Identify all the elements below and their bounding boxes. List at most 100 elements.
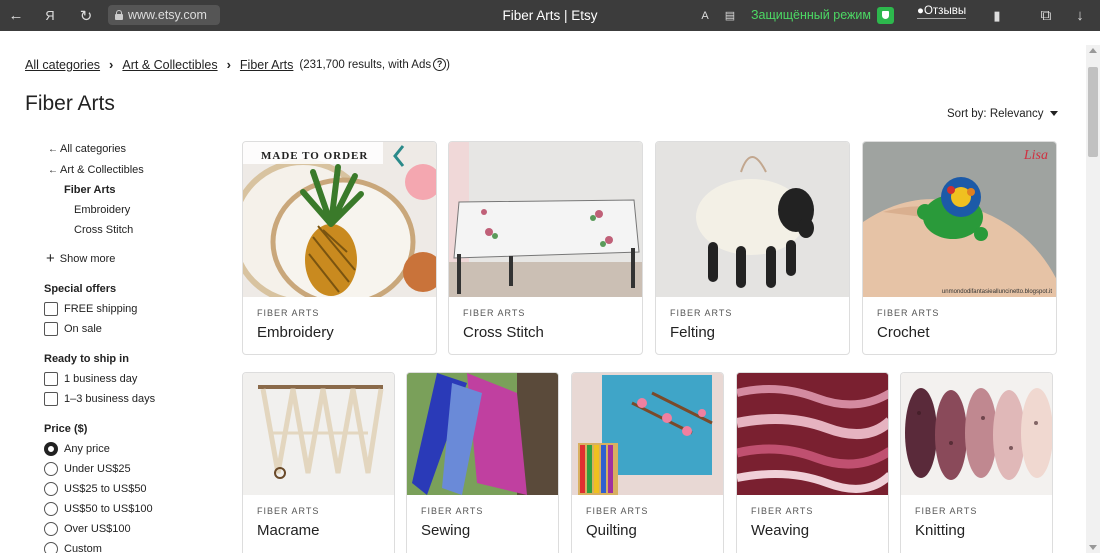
protected-mode-label[interactable]: Защищённый режим — [751, 8, 871, 22]
checkbox-label: 1 business day — [64, 373, 138, 385]
chevron-right-icon: › — [226, 57, 231, 72]
category-card-cross-stitch[interactable]: FIBER ARTS Cross Stitch — [448, 141, 643, 355]
radio-button[interactable] — [44, 462, 58, 476]
cross-stitch-image — [449, 142, 642, 297]
translate-icon[interactable]: A — [693, 0, 717, 31]
checkbox-label: 1–3 business days — [64, 393, 156, 405]
breadcrumb-art-collectibles[interactable]: Art & Collectibles — [122, 58, 217, 72]
checkbox-free-shipping[interactable]: FREE shipping — [44, 302, 137, 316]
show-more-button[interactable]: + Show more — [46, 250, 115, 267]
radio-label: Over US$100 — [64, 523, 131, 535]
checkbox-on-sale[interactable]: On sale — [44, 322, 102, 336]
checkbox-1-business-day[interactable]: 1 business day — [44, 372, 137, 386]
radio-over-100[interactable]: Over US$100 — [44, 522, 131, 536]
felting-image — [656, 142, 849, 297]
download-icon[interactable]: ↓ — [1068, 0, 1092, 31]
speech-bubble-icon: ● — [917, 5, 924, 17]
knitting-picture — [905, 388, 1052, 480]
special-offers-heading: Special offers — [44, 283, 117, 295]
radio-button[interactable] — [44, 502, 58, 516]
radio-label: Custom — [64, 543, 102, 553]
back-icon[interactable]: ← — [4, 0, 28, 31]
category-card-knitting[interactable]: FIBER ARTS Knitting — [900, 372, 1053, 553]
checkbox-1-3-business-days[interactable]: 1–3 business days — [44, 392, 155, 406]
breadcrumb-all-categories[interactable]: All categories — [25, 58, 100, 72]
category-card-crochet[interactable]: Lisa unmondodifantasiealluncinetto.blogs… — [862, 141, 1057, 355]
radio-button[interactable] — [44, 482, 58, 496]
category-card-sewing[interactable]: FIBER ARTS Sewing — [406, 372, 559, 553]
card-title: Quilting — [586, 522, 637, 539]
felting-picture — [696, 156, 814, 288]
chevron-right-icon: › — [109, 57, 114, 72]
reload-icon[interactable]: ↻ — [74, 0, 98, 31]
scroll-up-arrow-icon[interactable] — [1089, 48, 1097, 53]
sewing-picture — [407, 373, 558, 495]
yandex-icon[interactable]: Я — [38, 0, 62, 31]
card-category: FIBER ARTS — [257, 308, 320, 318]
knitting-image — [901, 373, 1052, 495]
card-category: FIBER ARTS — [877, 308, 940, 318]
checkbox[interactable] — [44, 302, 58, 316]
macrame-image — [243, 373, 394, 495]
page-title: Fiber Arts — [25, 92, 115, 115]
radio-custom[interactable]: Custom — [44, 542, 102, 553]
made-to-order-overlay: MADE TO ORDER — [261, 150, 369, 162]
card-title: Felting — [670, 324, 716, 341]
scroll-thumb[interactable] — [1088, 67, 1098, 157]
breadcrumb: All categories › Art & Collectibles › Fi… — [25, 57, 450, 72]
category-card-macrame[interactable]: FIBER ARTS Macrame — [242, 372, 395, 553]
help-icon[interactable]: ? — [433, 58, 447, 71]
cross-stitch-picture — [449, 142, 642, 297]
card-title: Embroidery — [257, 324, 334, 341]
sewing-image — [407, 373, 558, 495]
checkbox-label: FREE shipping — [64, 303, 138, 315]
scroll-down-arrow-icon[interactable] — [1089, 545, 1097, 550]
card-category: FIBER ARTS — [670, 308, 733, 318]
radio-label: Under US$25 — [64, 463, 131, 475]
checkbox[interactable] — [44, 322, 58, 336]
category-card-weaving[interactable]: FIBER ARTS Weaving — [736, 372, 889, 553]
card-title: Weaving — [751, 522, 810, 539]
nav-all-categories[interactable]: ← All categories — [48, 143, 126, 155]
card-title: Knitting — [915, 522, 966, 539]
category-card-quilting[interactable]: FIBER ARTS Quilting — [571, 372, 724, 553]
radio-25-to-50[interactable]: US$25 to US$50 — [44, 482, 147, 496]
radio-label: US$25 to US$50 — [64, 483, 147, 495]
url-text: www.etsy.com — [128, 8, 207, 22]
nav-cross-stitch[interactable]: Cross Stitch — [74, 224, 133, 236]
nav-label: Art & Collectibles — [60, 164, 144, 176]
shield-icon[interactable] — [877, 7, 894, 24]
card-title: Sewing — [421, 522, 471, 539]
card-category: FIBER ARTS — [915, 506, 978, 516]
page-scrollbar[interactable] — [1086, 45, 1100, 553]
card-category: FIBER ARTS — [421, 506, 484, 516]
radio-button-selected[interactable] — [44, 442, 58, 456]
radio-50-to-100[interactable]: US$50 to US$100 — [44, 502, 153, 516]
bookmark-icon[interactable]: ▮ — [985, 0, 1009, 31]
reviews-link[interactable]: ●Отзывы — [917, 5, 967, 19]
card-category: FIBER ARTS — [463, 308, 526, 318]
crochet-image: Lisa unmondodifantasiealluncinetto.blogs… — [863, 142, 1056, 297]
caret-down-icon — [1049, 111, 1058, 117]
category-card-embroidery[interactable]: MADE TO ORDER FIBER ARTS Embroidery — [242, 141, 437, 355]
radio-button[interactable] — [44, 542, 58, 553]
blog-caption: unmondodifantasiealluncinetto.blogspot.i… — [941, 289, 1052, 295]
checkbox[interactable] — [44, 392, 58, 406]
collections-icon[interactable]: ⧉ — [1034, 0, 1058, 31]
address-bar[interactable]: www.etsy.com — [108, 5, 220, 25]
radio-any-price[interactable]: Any price — [44, 442, 110, 456]
sort-dropdown[interactable]: Sort by: Relevancy — [947, 108, 1058, 120]
radio-button[interactable] — [44, 522, 58, 536]
breadcrumb-fiber-arts[interactable]: Fiber Arts — [240, 58, 294, 72]
radio-under-25[interactable]: Under US$25 — [44, 462, 131, 476]
checkbox-label: On sale — [64, 323, 102, 335]
category-card-felting[interactable]: FIBER ARTS Felting — [655, 141, 850, 355]
nav-embroidery[interactable]: Embroidery — [74, 204, 130, 216]
card-title: Crochet — [877, 324, 930, 341]
checkbox[interactable] — [44, 372, 58, 386]
sort-label: Sort by: Relevancy — [947, 108, 1044, 120]
reviews-label: Отзывы — [923, 5, 967, 17]
nav-art-collectibles[interactable]: ← Art & Collectibles — [48, 164, 144, 176]
card-category: FIBER ARTS — [586, 506, 649, 516]
reader-icon[interactable]: ▤ — [718, 0, 742, 31]
